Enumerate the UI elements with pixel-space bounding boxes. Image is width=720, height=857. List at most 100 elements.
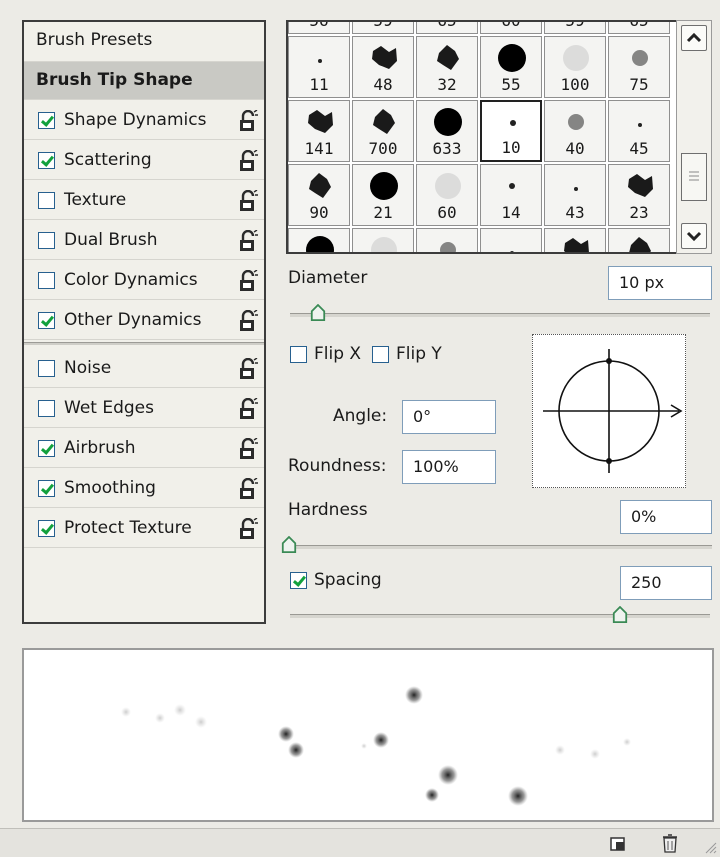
spacing-slider-thumb[interactable] bbox=[612, 606, 628, 624]
brush-tip-icon bbox=[638, 123, 642, 127]
brush-size-label: 43 bbox=[565, 203, 585, 222]
option-label: Brush Tip Shape bbox=[36, 70, 193, 90]
brush-size-label: 14 bbox=[501, 203, 521, 222]
brush-preset-cell[interactable] bbox=[480, 228, 542, 252]
hardness-label: Hardness bbox=[288, 500, 368, 520]
trash-icon[interactable] bbox=[660, 832, 680, 854]
list-separator bbox=[24, 342, 264, 345]
brush-preset-cell[interactable]: 59 bbox=[352, 22, 414, 34]
texture-checkbox[interactable] bbox=[38, 192, 55, 209]
lock-icon[interactable] bbox=[238, 229, 258, 252]
lock-icon[interactable] bbox=[238, 477, 258, 500]
brush-preset-cell[interactable]: 90 bbox=[288, 164, 350, 226]
flip-x-checkbox[interactable] bbox=[290, 346, 307, 363]
option-brush-presets[interactable]: Brush Presets bbox=[24, 22, 264, 62]
brush-preset-cell[interactable]: 700 bbox=[352, 100, 414, 162]
brush-preset-cell[interactable] bbox=[544, 228, 606, 252]
roundness-label: Roundness: bbox=[288, 456, 387, 476]
lock-icon[interactable] bbox=[238, 397, 258, 420]
hardness-input[interactable]: 0% bbox=[620, 500, 712, 534]
brush-preset-cell[interactable] bbox=[352, 228, 414, 252]
brush-preset-cell[interactable]: 141 bbox=[288, 100, 350, 162]
brush-preset-cell[interactable] bbox=[288, 228, 350, 252]
scroll-down-button[interactable] bbox=[681, 223, 707, 249]
smoothing-checkbox[interactable] bbox=[38, 480, 55, 497]
option-dual-brush[interactable]: Dual Brush bbox=[24, 222, 264, 260]
brush-preset-cell[interactable]: 32 bbox=[416, 36, 478, 98]
angle-input[interactable]: 0° bbox=[402, 400, 496, 434]
angle-roundness-widget[interactable] bbox=[532, 334, 686, 488]
diameter-input[interactable]: 10 px bbox=[608, 266, 712, 300]
option-texture[interactable]: Texture bbox=[24, 182, 264, 220]
brush-preset-cell[interactable]: 11 bbox=[288, 36, 350, 98]
resize-grip-icon[interactable] bbox=[702, 839, 718, 855]
brush-preset-cell[interactable]: 45 bbox=[608, 100, 670, 162]
option-smoothing[interactable]: Smoothing bbox=[24, 470, 264, 508]
brush-preset-cell[interactable]: 75 bbox=[608, 36, 670, 98]
spacing-checkbox[interactable] bbox=[290, 572, 307, 589]
option-noise[interactable]: Noise bbox=[24, 350, 264, 388]
other-dynamics-checkbox[interactable] bbox=[38, 312, 55, 329]
brush-preset-cell[interactable] bbox=[608, 228, 670, 252]
brush-size-label: 11 bbox=[309, 75, 329, 94]
lock-icon[interactable] bbox=[238, 109, 258, 132]
option-label: Scattering bbox=[64, 150, 152, 170]
brush-preset-cell[interactable]: 55 bbox=[480, 36, 542, 98]
dual-brush-checkbox[interactable] bbox=[38, 232, 55, 249]
scroll-up-button[interactable] bbox=[681, 25, 707, 51]
brush-preset-cell[interactable]: 56 bbox=[288, 22, 350, 34]
lock-icon[interactable] bbox=[238, 309, 258, 332]
lock-icon[interactable] bbox=[238, 149, 258, 172]
brush-preset-cell[interactable]: 60 bbox=[480, 22, 542, 34]
protect-texture-checkbox[interactable] bbox=[38, 520, 55, 537]
option-wet-edges[interactable]: Wet Edges bbox=[24, 390, 264, 428]
brush-preset-cell[interactable]: 100 bbox=[544, 36, 606, 98]
option-other-dynamics[interactable]: Other Dynamics bbox=[24, 302, 264, 340]
brush-preset-cell[interactable]: 23 bbox=[608, 164, 670, 226]
hardness-slider-thumb[interactable] bbox=[281, 536, 297, 554]
brush-preset-cell[interactable]: 10 bbox=[480, 100, 542, 162]
option-label: Color Dynamics bbox=[64, 270, 198, 290]
airbrush-checkbox[interactable] bbox=[38, 440, 55, 457]
wet-edges-checkbox[interactable] bbox=[38, 400, 55, 417]
roundness-input[interactable]: 100% bbox=[402, 450, 496, 484]
lock-icon[interactable] bbox=[238, 269, 258, 292]
brush-preset-cell[interactable]: 60 bbox=[416, 164, 478, 226]
lock-icon[interactable] bbox=[238, 517, 258, 540]
option-airbrush[interactable]: Airbrush bbox=[24, 430, 264, 468]
brush-preset-cell[interactable]: 65 bbox=[608, 22, 670, 34]
brush-preset-cell[interactable]: 21 bbox=[352, 164, 414, 226]
new-preset-icon[interactable] bbox=[608, 833, 628, 853]
diameter-slider-thumb[interactable] bbox=[310, 304, 326, 322]
brush-size-label: 32 bbox=[437, 75, 457, 94]
option-protect-texture[interactable]: Protect Texture bbox=[24, 510, 264, 548]
chevron-up-icon bbox=[686, 32, 702, 43]
brush-preset-cell[interactable]: 40 bbox=[544, 100, 606, 162]
brush-preset-cell[interactable]: 43 bbox=[544, 164, 606, 226]
brush-preset-cell[interactable]: 65 bbox=[416, 22, 478, 34]
scroll-thumb[interactable] bbox=[681, 153, 707, 201]
brush-preset-cell[interactable]: 14 bbox=[480, 164, 542, 226]
flip-y-checkbox[interactable] bbox=[372, 346, 389, 363]
lock-icon[interactable] bbox=[238, 437, 258, 460]
brush-preset-cell[interactable]: 48 bbox=[352, 36, 414, 98]
shape-dynamics-checkbox[interactable] bbox=[38, 112, 55, 129]
brush-size-label: 55 bbox=[501, 75, 521, 94]
scattering-checkbox[interactable] bbox=[38, 152, 55, 169]
brush-grid-scrollbar[interactable] bbox=[676, 20, 712, 254]
brush-preset-cell[interactable] bbox=[416, 228, 478, 252]
option-brush-tip-shape[interactable]: Brush Tip Shape bbox=[24, 62, 264, 100]
spacing-label: Spacing bbox=[314, 570, 382, 590]
brush-preset-cell[interactable]: 59 bbox=[544, 22, 606, 34]
brush-tip-icon bbox=[510, 120, 516, 126]
color-dynamics-checkbox[interactable] bbox=[38, 272, 55, 289]
spacing-input[interactable]: 250 bbox=[620, 566, 712, 600]
option-scattering[interactable]: Scattering bbox=[24, 142, 264, 180]
option-shape-dynamics[interactable]: Shape Dynamics bbox=[24, 102, 264, 140]
brush-stroke-preview-image bbox=[121, 686, 631, 806]
lock-icon[interactable] bbox=[238, 357, 258, 380]
option-color-dynamics[interactable]: Color Dynamics bbox=[24, 262, 264, 300]
brush-preset-cell[interactable]: 633 bbox=[416, 100, 478, 162]
lock-icon[interactable] bbox=[238, 189, 258, 212]
noise-checkbox[interactable] bbox=[38, 360, 55, 377]
